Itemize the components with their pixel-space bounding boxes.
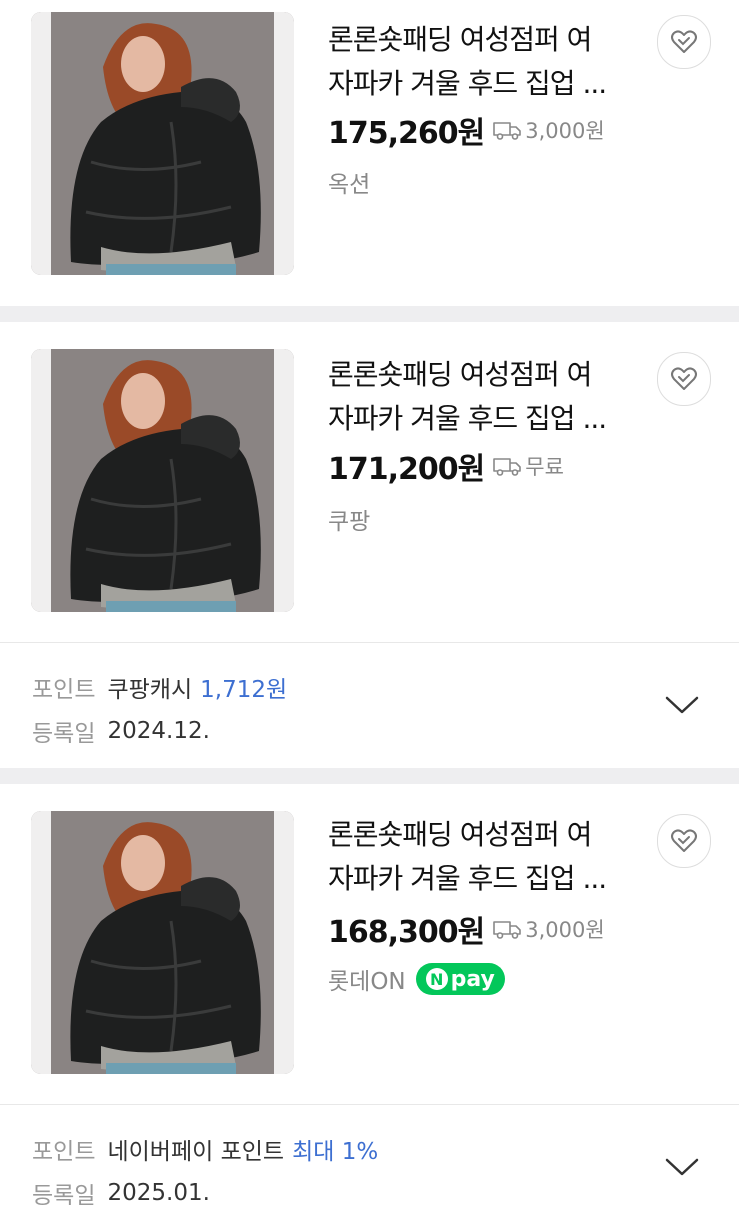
mall-name[interactable]: 쿠팡: [328, 502, 370, 536]
price: 175,260원: [328, 116, 485, 151]
shipping-fee: 무료: [525, 455, 564, 479]
heart-icon: [669, 826, 699, 856]
shipping-info: 3,000원: [492, 115, 605, 145]
registration-label: 등록일: [32, 1183, 96, 1209]
price-row: 171,200원 무료: [328, 444, 564, 488]
divider: [0, 1104, 739, 1105]
point-value: 1,712원: [200, 677, 288, 703]
point-info: 포인트 쿠팡캐시 1,712원: [32, 670, 287, 704]
product-title-line2[interactable]: 자파카 겨울 후드 집업 ...: [328, 62, 628, 106]
truck-icon: [492, 455, 522, 477]
price: 171,200원: [328, 452, 485, 487]
mall-label: 롯데ON: [328, 969, 406, 995]
mall-label: 쿠팡: [328, 509, 371, 535]
mall-label: 옥션: [328, 172, 371, 198]
product-title-line1[interactable]: 론론숏패딩 여성점퍼 여: [328, 353, 628, 397]
registration-date: 2025.01.: [107, 1180, 210, 1206]
registration-info: 등록일 2024.12.: [32, 714, 210, 748]
point-info: 포인트 네이버페이 포인트 최대 1%: [32, 1132, 378, 1166]
divider: [0, 642, 739, 643]
product-image[interactable]: [31, 349, 294, 612]
point-label: 포인트: [32, 677, 96, 703]
npay-badge: N pay: [415, 963, 505, 995]
shipping-fee: 3,000원: [525, 918, 605, 942]
section-separator: [0, 306, 739, 322]
product-image[interactable]: [31, 811, 294, 1074]
price-row: 168,300원 3,000원: [328, 907, 605, 951]
shipping-info: 3,000원: [492, 914, 605, 944]
product-card[interactable]: 론론숏패딩 여성점퍼 여 자파카 겨울 후드 집업 ... 175,260원 3…: [0, 0, 739, 306]
shipping-fee: 3,000원: [525, 119, 605, 143]
price: 168,300원: [328, 915, 485, 950]
price-row: 175,260원 3,000원: [328, 108, 605, 152]
truck-icon: [492, 119, 522, 141]
product-card[interactable]: 론론숏패딩 여성점퍼 여 자파카 겨울 후드 집업 ... 171,200원 무…: [0, 322, 739, 768]
point-value: 최대 1%: [292, 1139, 379, 1165]
npay-label: pay: [450, 966, 495, 992]
point-name: 쿠팡캐시: [107, 677, 193, 703]
truck-icon: [492, 918, 522, 940]
product-card[interactable]: 론론숏패딩 여성점퍼 여 자파카 겨울 후드 집업 ... 168,300원 3…: [0, 784, 739, 1209]
point-label: 포인트: [32, 1139, 96, 1165]
heart-icon: [669, 27, 699, 57]
section-separator: [0, 768, 739, 784]
mall-name[interactable]: 옥션: [328, 165, 370, 199]
chevron-down-icon[interactable]: [664, 1156, 700, 1178]
registration-info: 등록일 2025.01.: [32, 1176, 210, 1210]
product-title-line1[interactable]: 론론숏패딩 여성점퍼 여: [328, 18, 628, 62]
registration-date: 2024.12.: [107, 718, 210, 744]
wishlist-button[interactable]: [657, 15, 711, 69]
shipping-info: 무료: [492, 451, 564, 481]
wishlist-button[interactable]: [657, 814, 711, 868]
heart-icon: [669, 364, 699, 394]
product-image[interactable]: [31, 12, 294, 275]
product-title-line1[interactable]: 론론숏패딩 여성점퍼 여: [328, 813, 628, 857]
wishlist-button[interactable]: [657, 352, 711, 406]
mall-name[interactable]: 롯데ON N pay: [328, 962, 505, 996]
npay-logo-icon: N: [425, 968, 448, 990]
registration-label: 등록일: [32, 721, 96, 747]
product-title-line2[interactable]: 자파카 겨울 후드 집업 ...: [328, 397, 628, 441]
chevron-down-icon[interactable]: [664, 694, 700, 716]
product-title-line2[interactable]: 자파카 겨울 후드 집업 ...: [328, 857, 628, 901]
point-name: 네이버페이 포인트: [107, 1139, 285, 1165]
